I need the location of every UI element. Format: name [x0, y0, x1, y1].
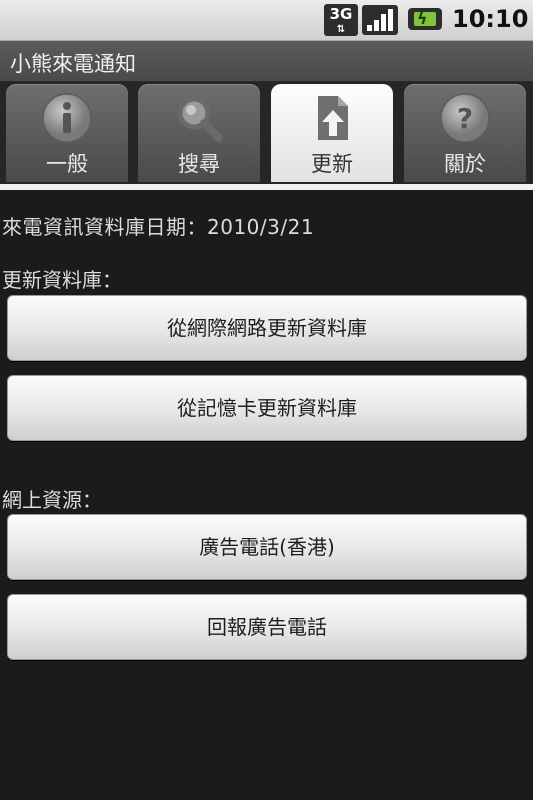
battery-charging-icon: ϟ: [408, 8, 442, 30]
clock-time: 10:10: [452, 5, 529, 33]
network-type-label: 3G: [329, 5, 353, 23]
tab-search[interactable]: 搜尋: [138, 84, 260, 182]
svg-text:?: ?: [457, 102, 473, 135]
tab-about[interactable]: ? 關於: [404, 84, 526, 182]
info-icon: [42, 93, 92, 143]
tab-search-label: 搜尋: [178, 152, 220, 176]
tab-update-label: 更新: [311, 152, 353, 176]
update-section-label: 更新資料庫：: [2, 268, 122, 292]
tab-about-label: 關於: [444, 152, 486, 176]
update-file-icon: [318, 96, 348, 140]
tab-update[interactable]: 更新: [271, 84, 393, 182]
magnifier-icon: [177, 96, 223, 142]
tab-divider: [0, 184, 533, 190]
title-bar: 小熊來電通知: [0, 41, 533, 82]
update-from-sdcard-button[interactable]: 從記憶卡更新資料庫: [7, 375, 527, 441]
ad-phone-hk-button[interactable]: 廣告電話(香港): [7, 514, 527, 580]
online-resources-label: 網上資源：: [2, 488, 102, 512]
status-bar: 3G ⇅ ϟ 10:10: [0, 0, 533, 41]
tab-bar: 一般 搜尋 更新 ? 關於: [0, 82, 533, 186]
app-title: 小熊來電通知: [10, 52, 136, 76]
tab-general[interactable]: 一般: [6, 84, 128, 182]
update-from-internet-button[interactable]: 從網際網路更新資料庫: [7, 295, 527, 361]
help-icon: ?: [440, 93, 490, 143]
tab-general-label: 一般: [46, 152, 88, 176]
database-date-text: 來電資訊資料庫日期：2010/3/21: [2, 215, 315, 239]
report-ad-phone-button[interactable]: 回報廣告電話: [7, 594, 527, 660]
3g-icon: 3G ⇅: [324, 4, 358, 36]
signal-icon: [362, 5, 398, 35]
